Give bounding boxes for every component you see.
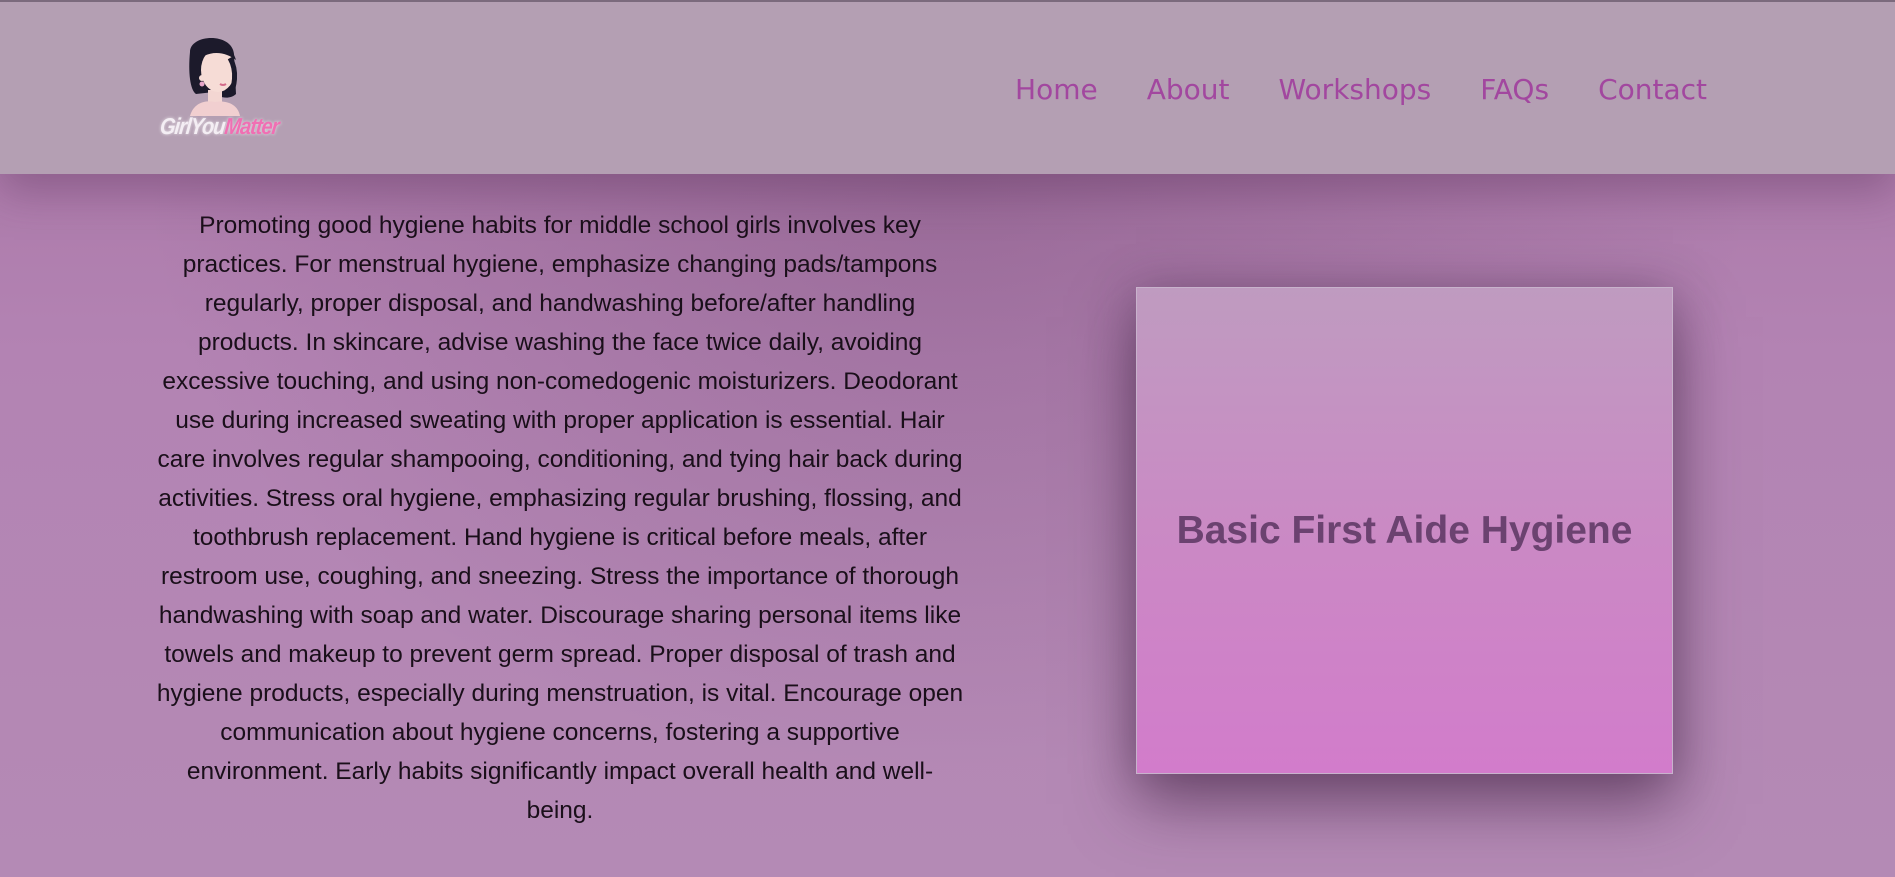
logo-text-part2: Matter: [223, 114, 280, 140]
first-aide-hygiene-card[interactable]: Basic First Aide Hygiene: [1136, 287, 1673, 774]
site-header: GirlYouMatter Home About Workshops FAQs …: [0, 0, 1895, 174]
card-title: Basic First Aide Hygiene: [1176, 508, 1633, 552]
nav-home-link[interactable]: Home: [1015, 72, 1098, 108]
site-logo[interactable]: GirlYouMatter: [158, 32, 280, 147]
nav-contact-link[interactable]: Contact: [1598, 72, 1707, 108]
nav-workshops-link[interactable]: Workshops: [1279, 72, 1432, 108]
hygiene-body-text: Promoting good hygiene habits for middle…: [156, 212, 964, 824]
girl-avatar-icon: [189, 38, 240, 116]
logo-text-part1: GirlYou: [158, 114, 226, 140]
main-nav: Home About Workshops FAQs Contact: [1015, 72, 1707, 108]
logo-text: GirlYouMatter: [158, 114, 280, 140]
nav-about-link[interactable]: About: [1147, 72, 1230, 108]
nav-faqs-link[interactable]: FAQs: [1480, 72, 1549, 108]
